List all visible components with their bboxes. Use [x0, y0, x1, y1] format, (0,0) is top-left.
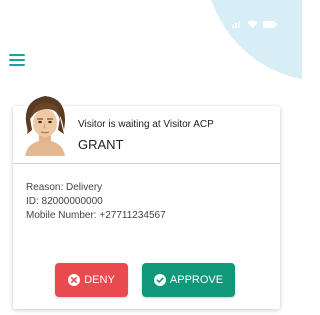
visitor-details: Reason: Delivery ID: 82000000000 Mobile … [26, 181, 166, 223]
battery-icon [263, 20, 277, 28]
visitor-screen: Visitor is waiting at Visitor ACP GRANT … [0, 0, 302, 315]
visitor-id: ID: 82000000000 [26, 196, 103, 207]
close-circle-icon [68, 274, 81, 286]
visitor-mobile-number: Mobile Number: +27711234567 [26, 210, 166, 221]
visitor-name: GRANT [78, 137, 124, 152]
decorative-corner-shape [202, 0, 302, 98]
deny-button-label: DENY [84, 274, 115, 286]
visitor-card: Visitor is waiting at Visitor ACP GRANT … [13, 96, 280, 309]
hamburger-menu-icon[interactable] [9, 54, 25, 66]
approve-button-label: APPROVE [169, 274, 224, 286]
deny-button[interactable]: DENY [55, 263, 128, 297]
visitor-waiting-message: Visitor is waiting at Visitor ACP [78, 119, 214, 130]
check-circle-icon [153, 274, 166, 286]
visit-reason: Reason: Delivery [26, 182, 103, 193]
approve-button[interactable]: APPROVE [142, 263, 235, 297]
card-divider [13, 163, 280, 164]
wifi-icon [247, 20, 258, 28]
visitor-avatar [25, 96, 66, 156]
signal-icon [232, 21, 240, 28]
status-bar [232, 20, 277, 28]
